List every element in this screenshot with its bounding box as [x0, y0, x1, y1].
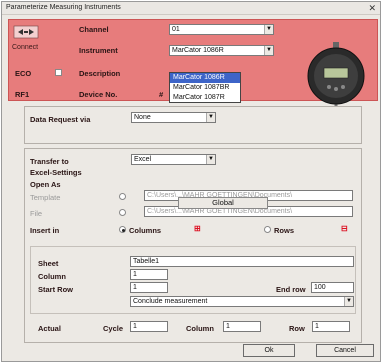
sheet-field[interactable]: Tabelle1 [130, 256, 354, 267]
transfer-select[interactable]: Excel ▼ [131, 154, 216, 165]
eco-checkbox[interactable] [55, 69, 62, 76]
dropdown-option[interactable]: MarCator 1087R [170, 93, 240, 103]
connect-button[interactable] [13, 24, 39, 40]
cancel-button[interactable]: Cancel [316, 344, 374, 357]
transfer-label: Transfer to [30, 157, 69, 166]
channel-select[interactable]: 01 ▼ [169, 24, 274, 35]
cycle-field[interactable]: 1 [130, 321, 168, 332]
start-row-field[interactable]: 1 [130, 282, 168, 293]
excel-settings-label: Excel-Settings [30, 168, 82, 177]
rows-icon: ⊟ [341, 224, 348, 233]
template-label: Template [30, 193, 61, 202]
data-request-label: Data Request via [30, 115, 91, 124]
instrument-select[interactable]: MarCator 1086R ▼ [169, 45, 274, 56]
row-label: Row [289, 324, 305, 333]
cycle-label: Cycle [103, 324, 124, 333]
rows-radio[interactable] [264, 226, 271, 233]
title-bar: Parameterize Measuring Instruments ✕ [2, 2, 380, 15]
window-title: Parameterize Measuring Instruments [6, 4, 121, 11]
actual-column-field[interactable]: 1 [223, 321, 261, 332]
column-field[interactable]: 1 [130, 269, 168, 280]
hash-label: # [159, 90, 164, 99]
close-icon[interactable]: ✕ [368, 3, 376, 14]
file-label: File [30, 209, 43, 218]
open-as-label: Open As [30, 180, 61, 189]
instrument-label: Instrument [79, 46, 118, 55]
chevron-down-icon: ▼ [206, 113, 215, 122]
device-no-label: Device No. [79, 90, 118, 99]
parameterize-window: Parameterize Measuring Instruments ✕ Con… [1, 1, 381, 362]
channel-label: Channel [79, 25, 109, 34]
connect-label: Connect [12, 44, 39, 51]
end-row-label: End row [276, 285, 306, 294]
dial-indicator-icon [307, 42, 365, 112]
instrument-image [305, 42, 367, 112]
ok-button[interactable]: Ok [243, 344, 295, 357]
rf1-label: RF1 [15, 90, 30, 99]
file-radio[interactable] [119, 209, 126, 216]
chevron-down-icon: ▼ [344, 297, 353, 306]
chevron-down-icon: ▼ [206, 155, 215, 164]
dropdown-option[interactable]: MarCator 1087BR [170, 83, 240, 93]
insert-in-label: Insert in [30, 226, 60, 235]
description-label: Description [79, 69, 121, 78]
template-radio[interactable] [119, 193, 126, 200]
conclude-select[interactable]: Conclude measurement ▼ [130, 296, 354, 307]
rows-label: Rows [274, 226, 295, 235]
column-label: Column [38, 272, 66, 281]
connect-icon [13, 25, 39, 39]
actual-label: Actual [38, 324, 61, 333]
dropdown-option[interactable]: MarCator 1086R [170, 73, 240, 83]
columns-label: Columns [129, 226, 162, 235]
chevron-down-icon: ▼ [264, 46, 273, 55]
eco-label: ECO [15, 69, 32, 78]
row-field[interactable]: 1 [312, 321, 350, 332]
data-request-select[interactable]: None ▼ [131, 112, 216, 123]
end-row-field[interactable]: 100 [311, 282, 354, 293]
columns-icon: ⊞ [194, 224, 201, 233]
instrument-dropdown-list: MarCator 1086R MarCator 1087BR MarCator … [169, 72, 241, 103]
columns-radio[interactable] [119, 226, 126, 233]
global-button[interactable]: Global [178, 197, 268, 209]
sheet-label: Sheet [38, 259, 59, 268]
actual-column-label: Column [186, 324, 214, 333]
start-row-label: Start Row [38, 285, 74, 294]
chevron-down-icon: ▼ [264, 25, 273, 34]
